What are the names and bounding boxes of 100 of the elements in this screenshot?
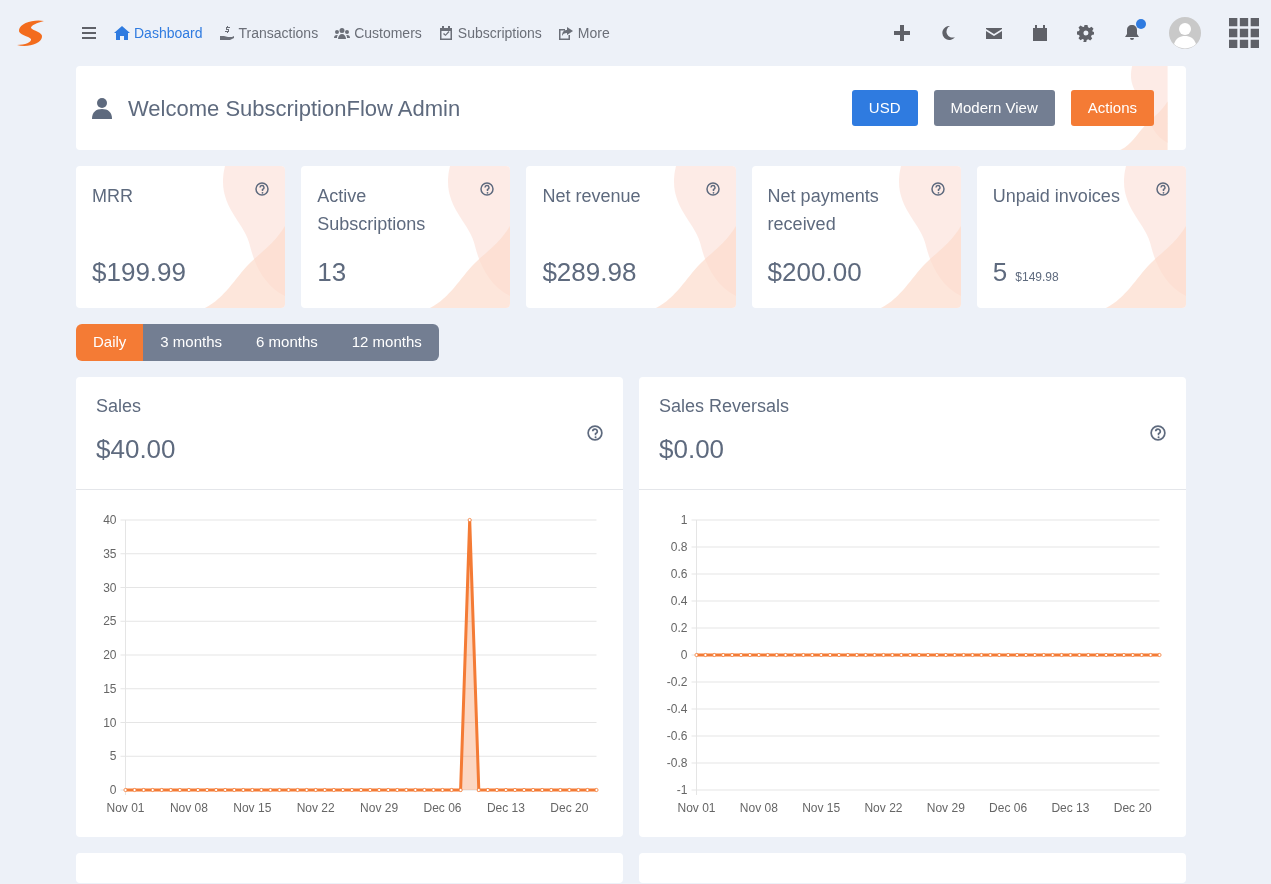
data-point [467,517,472,522]
axis-label: 5 [109,748,117,763]
data-point [223,787,228,792]
header-button[interactable]: USD [851,89,918,127]
data-point [997,652,1002,657]
data-point [1023,652,1028,657]
data-point [404,787,409,792]
data-point [783,652,788,657]
period-tab[interactable]: 6 months [239,324,335,361]
data-point [150,787,155,792]
data-point [810,652,815,657]
data-point [943,652,948,657]
axis-label: Nov 29 [926,800,965,815]
data-point [801,652,806,657]
data-point [747,652,752,657]
data-point [934,652,939,657]
data-point [854,652,859,657]
help-icon[interactable] [255,182,270,196]
data-point [377,787,382,792]
data-point [503,787,508,792]
data-point [322,787,327,792]
data-point [123,787,128,792]
help-icon[interactable] [587,424,603,441]
data-point [259,787,264,792]
help-icon[interactable] [1150,424,1166,441]
data-point [703,652,708,657]
nav-link[interactable]: Dashboard [114,22,203,44]
period-tab[interactable]: 12 months [334,324,439,361]
plus-icon[interactable] [893,24,911,42]
axis-label: Nov 29 [360,800,399,815]
house-icon [114,25,130,41]
header-button[interactable]: Modern View [933,89,1055,127]
axis-label: Nov 22 [864,800,903,815]
nav-link[interactable]: More [557,22,610,44]
data-point [531,787,536,792]
data-point [250,787,255,792]
axis-label: 0 [109,782,117,797]
axis-label: 20 [103,647,117,662]
period-tab[interactable]: Daily [76,324,144,361]
data-point [961,652,966,657]
data-point [1050,652,1055,657]
axis-label: 0.4 [670,593,688,608]
header-button[interactable]: Actions [1070,89,1154,127]
nav-link[interactable]: Subscriptions [437,22,542,44]
gear-icon[interactable] [1077,24,1095,42]
data-point [1139,652,1144,657]
axis-label: Dec 06 [423,800,462,815]
data-point [899,652,904,657]
axis-label: Dec 13 [1051,800,1090,815]
period-tab[interactable]: 3 months [143,324,240,361]
data-point [908,652,913,657]
axis-label: 10 [103,715,117,729]
axis-label: 30 [103,580,117,594]
axis-label: Nov 01 [106,800,145,815]
axis-label: 0 [680,647,688,662]
stat-value: 13 [317,256,347,289]
data-point [476,787,481,792]
data-point [449,787,454,792]
help-icon[interactable] [705,182,720,196]
data-point [558,787,563,792]
data-point [1148,652,1153,657]
bell-icon[interactable] [1123,24,1141,42]
nav-link[interactable]: Transactions [218,22,319,44]
data-point [177,787,182,792]
data-point [304,787,309,792]
data-point [141,787,146,792]
data-point [1015,652,1020,657]
axis-label: Nov 08 [169,800,208,815]
axis-label: 15 [103,681,117,696]
axis-label: 1 [680,512,688,527]
data-point [863,652,868,657]
data-point [186,787,191,792]
nav-link[interactable]: Customers [334,22,422,44]
data-point [585,787,590,792]
data-point [359,787,363,792]
data-point [168,787,173,792]
data-point [952,652,957,657]
axis-label: Nov 22 [296,800,335,815]
help-icon[interactable] [930,182,945,196]
data-point [1032,652,1037,657]
data-point [413,787,418,792]
data-point [694,652,699,657]
menu-icon[interactable] [82,26,96,40]
data-point [970,652,975,657]
data-point [979,652,984,657]
help-icon[interactable] [480,182,495,196]
data-point [836,652,841,657]
grid-icon[interactable] [1229,18,1259,48]
axis-label: -1 [676,782,688,797]
data-point [195,787,200,792]
help-icon[interactable] [1156,182,1170,196]
stat-value: $200.00 [767,256,862,289]
data-point [386,787,391,792]
data-point [368,787,373,792]
stat-label: Unpaid invoices [992,185,1120,208]
data-point [286,787,291,792]
moon-icon[interactable] [939,24,957,42]
axis-label: -0.6 [666,728,688,743]
calendar-icon[interactable] [1031,24,1049,42]
data-point [277,787,282,792]
